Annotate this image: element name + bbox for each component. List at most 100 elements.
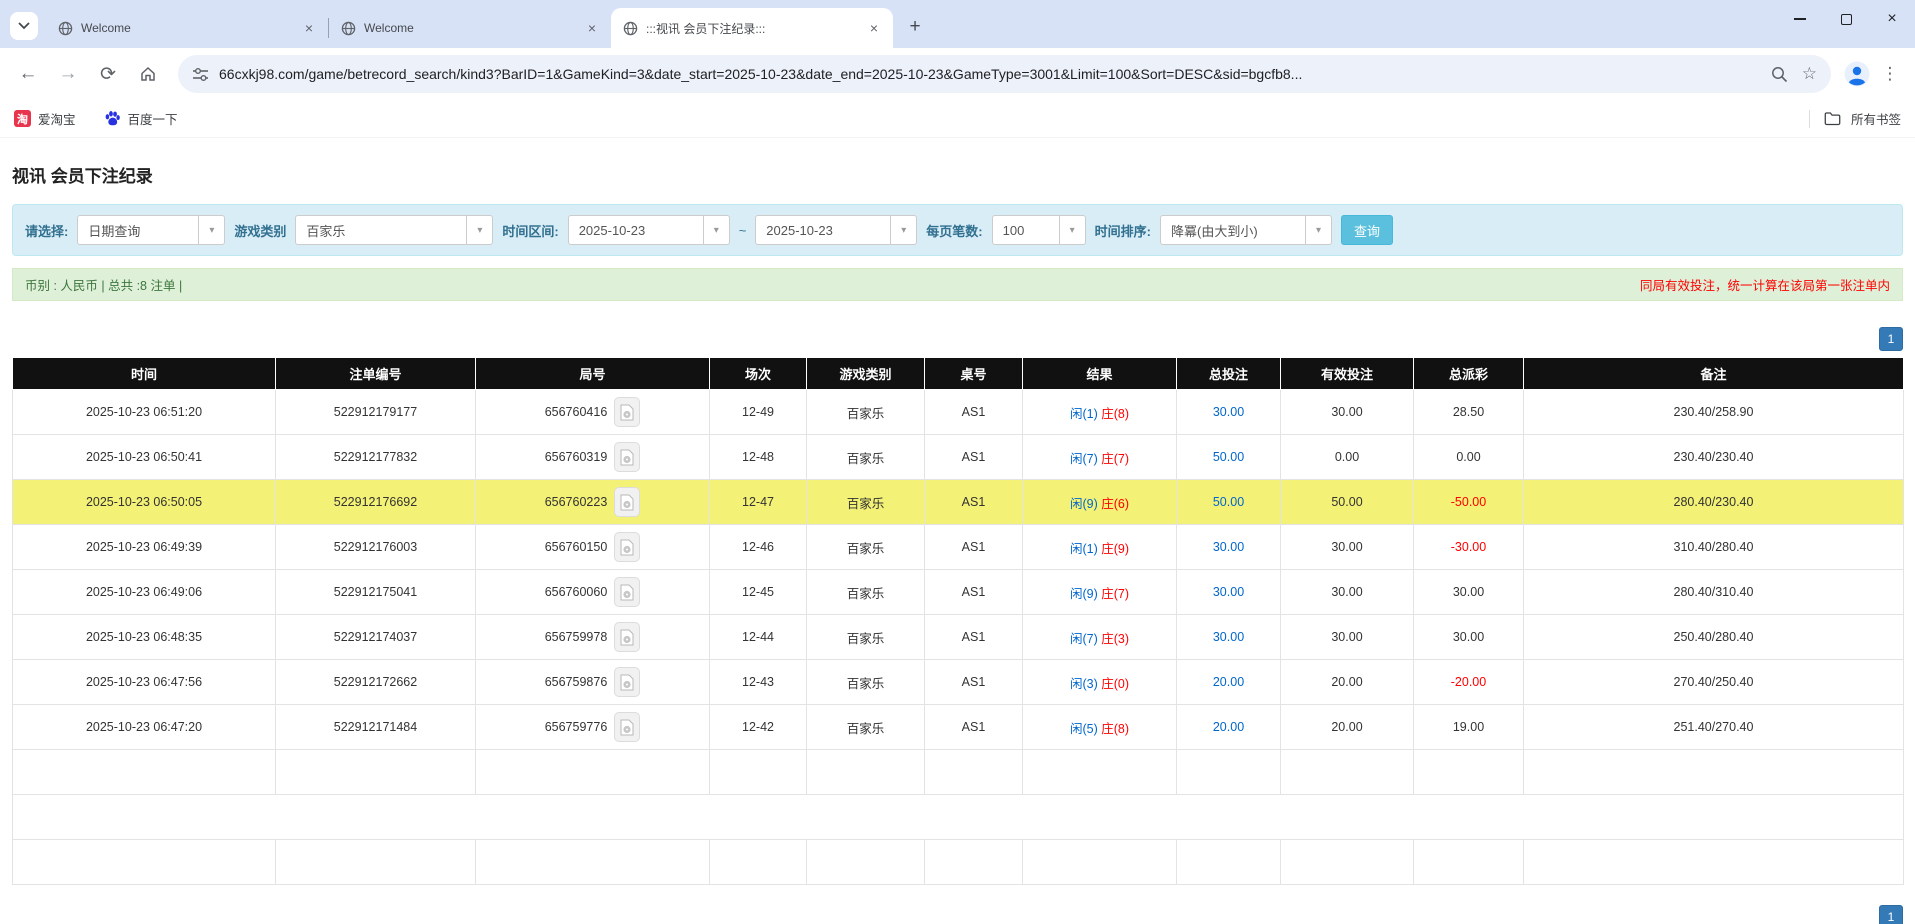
date-range-tilde: ~: [738, 222, 747, 238]
cell-remark: 310.40/280.40: [1523, 524, 1904, 570]
tab-close-icon[interactable]: ×: [865, 19, 883, 37]
address-bar[interactable]: 66cxkj98.com/game/betrecord_search/kind3…: [178, 55, 1831, 93]
globe-icon: [341, 21, 356, 35]
chevron-down-icon: ▾: [466, 216, 492, 244]
cell-round-id: 656760223: [475, 479, 710, 525]
video-replay-button[interactable]: [614, 712, 641, 742]
chevron-down-icon: ▾: [890, 216, 916, 244]
cell-total-bet[interactable]: 50.00: [1176, 434, 1281, 480]
minimize-icon: [1794, 18, 1806, 20]
video-replay-button[interactable]: [614, 667, 641, 697]
search-button[interactable]: 查询: [1340, 215, 1393, 245]
bookmark-aitaobao[interactable]: 淘 爱淘宝: [14, 109, 76, 128]
video-replay-button[interactable]: [614, 397, 641, 427]
page-number-badge[interactable]: 1: [1879, 905, 1903, 924]
cell-table-no: AS1: [924, 704, 1023, 750]
tab-welcome-2[interactable]: Welcome ×: [329, 8, 611, 48]
browser-menu-icon[interactable]: ⋮: [1875, 64, 1905, 84]
cell-session: 12-42: [709, 704, 807, 750]
query-type-select[interactable]: 日期查询 ▾: [77, 215, 226, 245]
video-replay-button[interactable]: [614, 622, 641, 652]
result-player: 闲(1): [1069, 541, 1098, 556]
date-end-select[interactable]: 2025-10-23 ▾: [755, 215, 918, 245]
video-replay-button[interactable]: [614, 577, 641, 607]
film-icon: [620, 449, 634, 465]
result-banker: 庄(7): [1101, 586, 1130, 601]
bookmark-star-icon[interactable]: ☆: [1802, 64, 1817, 84]
cell-result: 闲(5) 庄(8): [1022, 704, 1177, 750]
col-total-bet: 总投注: [1176, 357, 1281, 390]
bookmark-baidu[interactable]: 百度一下: [104, 109, 178, 128]
tab-welcome-1[interactable]: Welcome ×: [46, 8, 328, 48]
cell-payout: -20.00: [1413, 659, 1524, 705]
game-type-label: 游戏类别: [234, 223, 287, 239]
chevron-down-icon: ▾: [1304, 216, 1331, 244]
globe-icon: [623, 21, 638, 35]
zoom-icon[interactable]: [1771, 66, 1788, 83]
subtotal-valid-bet: 210.00: [1280, 749, 1414, 795]
cell-bet-id: 522912171484: [275, 704, 476, 750]
cell-time: 2025-10-23 06:49:06: [12, 569, 276, 615]
home-button[interactable]: [130, 56, 166, 92]
table-row: 2025-10-23 06:47:20 522912171484 6567597…: [12, 704, 1904, 750]
new-tab-button[interactable]: +: [901, 13, 929, 41]
tab-search-button[interactable]: [10, 12, 38, 40]
chevron-down-icon: ▾: [1058, 216, 1085, 244]
col-round-id: 局号: [475, 357, 710, 390]
page-size-select[interactable]: 100 ▾: [991, 215, 1086, 245]
table-header-row: 时间 注单编号 局号 场次 游戏类别 桌号 结果 总投注 有效投注 总派彩 备注: [12, 357, 1904, 390]
video-replay-button[interactable]: [614, 532, 641, 562]
video-replay-button[interactable]: [614, 442, 641, 472]
cell-remark: 230.40/258.90: [1523, 389, 1904, 435]
cell-table-no: AS1: [924, 389, 1023, 435]
all-bookmarks-label[interactable]: 所有书签: [1851, 109, 1901, 128]
video-replay-button[interactable]: [614, 487, 641, 517]
col-table-no: 桌号: [924, 357, 1023, 390]
cell-total-bet[interactable]: 20.00: [1176, 704, 1281, 750]
cell-total-bet[interactable]: 30.00: [1176, 389, 1281, 435]
game-type-select[interactable]: 百家乐 ▾: [295, 215, 494, 245]
cell-payout: 19.00: [1413, 704, 1524, 750]
summary-bar: 币别 : 人民币 | 总共 :8 注单 | 同局有效投注，统一计算在该局第一张注…: [12, 268, 1903, 301]
tab-title: :::视讯 会员下注纪录:::: [646, 21, 766, 36]
window-minimize-button[interactable]: [1777, 0, 1823, 38]
cell-valid-bet: 50.00: [1280, 479, 1414, 525]
cell-game: 百家乐: [806, 524, 925, 570]
cell-total-bet[interactable]: 20.00: [1176, 659, 1281, 705]
cell-bet-id: 522912175041: [275, 569, 476, 615]
cell-total-bet[interactable]: 30.00: [1176, 614, 1281, 660]
result-player: 闲(9): [1069, 496, 1098, 511]
cell-total-bet[interactable]: 30.00: [1176, 524, 1281, 570]
forward-button[interactable]: →: [50, 56, 86, 92]
window-maximize-button[interactable]: [1823, 0, 1869, 38]
cell-payout: -30.00: [1413, 524, 1524, 570]
cell-game: 百家乐: [806, 659, 925, 705]
cell-session: 12-49: [709, 389, 807, 435]
page-title: 视讯 会员下注纪录: [12, 167, 153, 186]
sort-order-label: 时间排序:: [1094, 223, 1151, 239]
table-row: 2025-10-23 06:48:35 522912174037 6567599…: [12, 614, 1904, 660]
cell-session: 12-46: [709, 524, 807, 570]
tab-close-icon[interactable]: ×: [583, 19, 601, 37]
film-icon: [620, 719, 634, 735]
filter-bar: 请选择: 日期查询 ▾ 游戏类别 百家乐 ▾ 时间区间: 2025-10-23 …: [12, 204, 1903, 256]
url-text[interactable]: 66cxkj98.com/game/betrecord_search/kind3…: [219, 66, 1302, 82]
profile-avatar[interactable]: [1843, 60, 1871, 88]
cell-total-bet[interactable]: 30.00: [1176, 569, 1281, 615]
valid-bet-notice: 同局有效投注，统一计算在该局第一张注单内: [1639, 279, 1890, 293]
date-start-select[interactable]: 2025-10-23 ▾: [567, 215, 730, 245]
round-number: 656760150: [544, 540, 608, 554]
cell-valid-bet: 30.00: [1280, 389, 1414, 435]
tab-close-icon[interactable]: ×: [300, 19, 318, 37]
back-button[interactable]: ←: [10, 56, 46, 92]
tab-bet-records-active[interactable]: :::视讯 会员下注纪录::: ×: [611, 8, 893, 48]
chevron-down-icon: [18, 22, 30, 30]
cell-result: 闲(7) 庄(3): [1022, 614, 1177, 660]
window-close-button[interactable]: ×: [1869, 0, 1915, 38]
page-number-badge[interactable]: 1: [1879, 327, 1903, 351]
cell-total-bet[interactable]: 50.00: [1176, 479, 1281, 525]
sort-order-select[interactable]: 降冪(由大到小) ▾: [1159, 215, 1332, 245]
cell-time: 2025-10-23 06:47:56: [12, 659, 276, 705]
cell-session: 12-48: [709, 434, 807, 480]
reload-button[interactable]: ⟳: [90, 56, 126, 92]
